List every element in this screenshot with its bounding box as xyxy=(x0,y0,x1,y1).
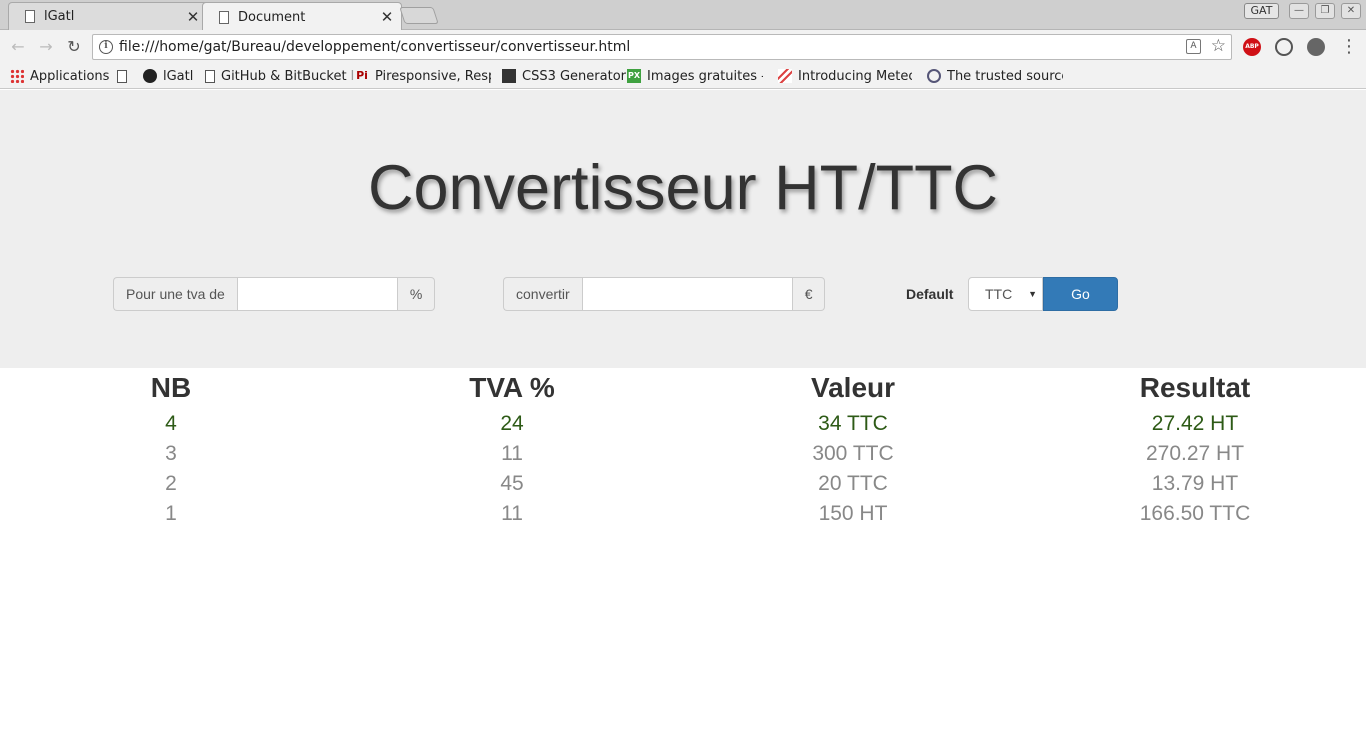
page-icon xyxy=(205,69,215,83)
tva-prefix: Pour une tva de xyxy=(113,277,237,311)
bookmark-introducing-meteor[interactable]: Introducing Meteor xyxy=(778,67,912,85)
percent-suffix: % xyxy=(397,277,436,311)
euro-suffix: € xyxy=(792,277,826,311)
tab-title: Document xyxy=(238,9,306,25)
menu-kebab-icon[interactable]: ⋮ xyxy=(1340,36,1358,58)
amount-input[interactable] xyxy=(581,277,793,311)
reload-icon[interactable]: ↻ xyxy=(64,37,84,57)
bookmarks-bar: Applications lGatl GitHub & BitBucket I … xyxy=(0,63,1366,89)
cell-nb: 3 xyxy=(165,442,177,465)
info-icon[interactable]: i xyxy=(99,40,113,54)
header-tva: TVA % xyxy=(469,372,555,403)
globe-icon xyxy=(927,69,941,83)
cell-valeur: 34 TTC xyxy=(818,412,888,435)
px-icon: PX xyxy=(627,69,641,83)
cell-resultat: 13.79 HT xyxy=(1151,472,1239,495)
caret-down-icon: ▼ xyxy=(1028,289,1037,299)
tab-strip: lGatl ✕ Document ✕ GAT — ❐ ✕ xyxy=(0,0,1366,31)
bookmark-piresponsive[interactable]: Pi Piresponsive, Respo xyxy=(355,67,491,85)
header-valeur: Valeur xyxy=(810,372,896,403)
jumbotron: Convertisseur HT/TTC Pour une tva de % c… xyxy=(0,90,1366,368)
adblock-plus-icon[interactable]: ABP xyxy=(1243,38,1261,56)
page-icon xyxy=(117,69,127,83)
cell-tva: 11 xyxy=(501,502,523,525)
cell-nb: 1 xyxy=(165,502,177,525)
convert-input-group: convertir € xyxy=(503,277,826,311)
github-icon xyxy=(143,69,157,83)
go-button[interactable]: Go xyxy=(1043,277,1118,311)
header-nb: NB xyxy=(150,372,192,403)
header-resultat: Resultat xyxy=(1139,372,1251,403)
tva-input-group: Pour une tva de % xyxy=(113,277,436,311)
page-icon xyxy=(219,10,229,24)
cell-resultat: 27.42 HT xyxy=(1151,412,1239,435)
default-mode-select[interactable]: TTC ▼ xyxy=(968,277,1043,311)
pi-icon: Pi xyxy=(356,69,368,82)
cell-tva: 45 xyxy=(500,472,524,495)
bookmark-images-gratuites[interactable]: PX Images gratuites - P xyxy=(627,67,763,85)
cell-nb: 2 xyxy=(165,472,177,495)
restore-icon[interactable]: ❐ xyxy=(1315,3,1335,19)
tva-input[interactable] xyxy=(236,277,398,311)
css3-icon xyxy=(502,69,516,83)
meteor-extension-icon[interactable] xyxy=(1307,38,1325,56)
cell-valeur: 20 TTC xyxy=(818,472,888,495)
close-icon[interactable]: ✕ xyxy=(185,8,201,26)
cell-resultat: 166.50 TTC xyxy=(1139,502,1251,525)
default-label: Default xyxy=(906,286,954,302)
browser-toolbar: ← → ↻ i file:///home/gat/Bureau/developp… xyxy=(0,30,1366,63)
meteor-icon xyxy=(778,69,792,83)
new-tab-button[interactable] xyxy=(399,7,439,24)
tab-title: lGatl xyxy=(44,9,75,24)
cell-tva: 11 xyxy=(501,442,523,465)
sync-extension-icon[interactable] xyxy=(1275,38,1293,56)
cell-valeur: 150 HT xyxy=(818,502,888,525)
page-title: Convertisseur HT/TTC xyxy=(367,153,999,223)
cell-resultat: 270.27 HT xyxy=(1145,442,1245,465)
tab-document[interactable]: Document ✕ xyxy=(202,2,402,31)
address-bar[interactable]: i file:///home/gat/Bureau/developpement/… xyxy=(92,34,1232,60)
minimize-icon[interactable]: — xyxy=(1289,3,1309,19)
back-arrow-icon[interactable]: ← xyxy=(8,37,28,57)
cell-tva: 24 xyxy=(500,412,524,435)
forward-arrow-icon[interactable]: → xyxy=(36,37,56,57)
select-value: TTC xyxy=(985,286,1013,302)
url-text[interactable]: file:///home/gat/Bureau/developpement/co… xyxy=(119,39,630,55)
close-icon[interactable]: ✕ xyxy=(379,8,395,26)
bookmark-page[interactable] xyxy=(117,67,133,85)
bookmark-lgatl[interactable]: lGatl xyxy=(143,67,193,85)
convert-prefix: convertir xyxy=(503,277,582,311)
bookmark-trusted-source[interactable]: The trusted source f xyxy=(927,67,1063,85)
bookmark-star-icon[interactable]: ☆ xyxy=(1211,36,1226,56)
translate-icon[interactable]: A xyxy=(1186,39,1201,54)
cell-nb: 4 xyxy=(165,412,177,435)
page-icon xyxy=(25,10,35,23)
window-close-icon[interactable]: ✕ xyxy=(1341,3,1361,19)
profile-badge[interactable]: GAT xyxy=(1244,3,1279,19)
apps-grid-icon xyxy=(10,69,24,83)
bookmark-github-bitbucket[interactable]: GitHub & BitBucket I xyxy=(205,67,354,85)
cell-valeur: 300 TTC xyxy=(812,442,894,465)
tab-lgatl[interactable]: lGatl ✕ xyxy=(8,2,208,30)
bookmark-css3-generator[interactable]: CSS3 Generator xyxy=(502,67,626,85)
bookmark-applications[interactable]: Applications xyxy=(10,67,109,85)
page-content: Convertisseur HT/TTC Pour une tva de % c… xyxy=(0,90,1366,737)
